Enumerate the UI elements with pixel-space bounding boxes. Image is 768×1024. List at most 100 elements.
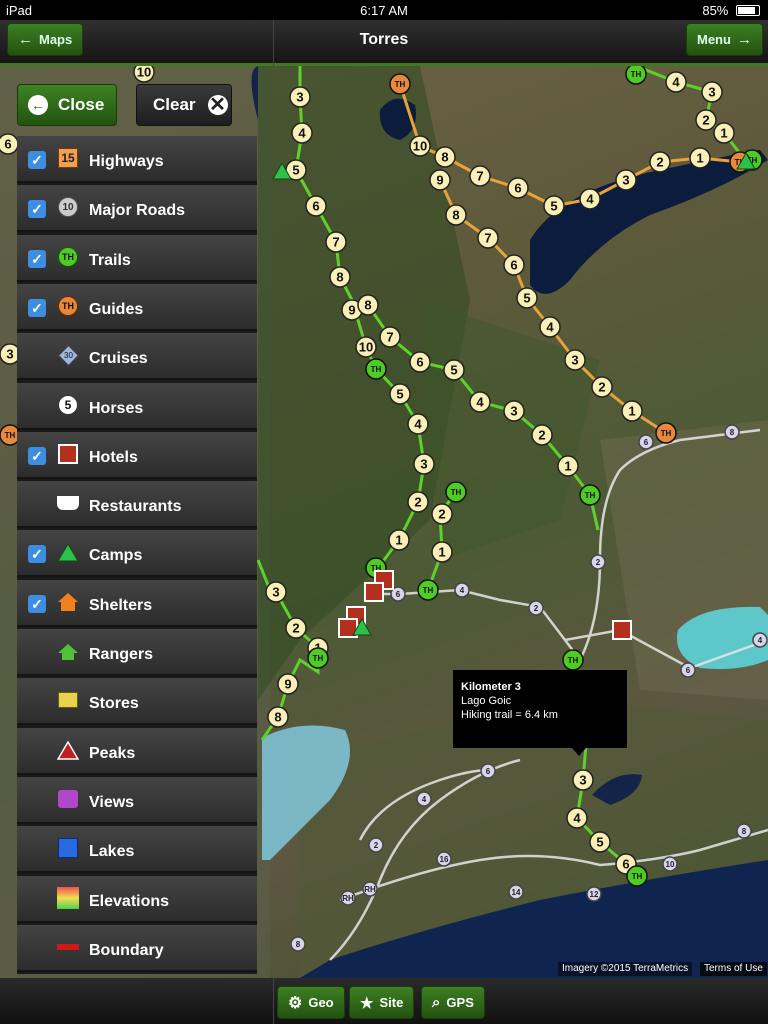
menu-button[interactable]: Menu → [686, 23, 763, 56]
menu-label: Menu [697, 32, 731, 47]
checkbox-checked-icon[interactable]: ✓ [28, 151, 46, 169]
lake-shape [530, 150, 768, 294]
map-marker-label: 4 [546, 320, 554, 335]
gps-button[interactable]: ⌕ GPS [421, 986, 485, 1019]
layer-row-elevations[interactable]: Elevations [17, 875, 257, 923]
tooltip-pointer [572, 748, 586, 756]
app-root: iPad 6:17 AM 85% ← Maps Torres Menu → 8 … [0, 0, 768, 1024]
horse-icon: 5 [57, 394, 79, 416]
terms-of-use-link[interactable]: Terms of Use [700, 962, 767, 976]
site-button[interactable]: ★ Site [349, 986, 415, 1019]
layer-row-views[interactable]: Views [17, 776, 257, 824]
guide-icon: TH [57, 295, 79, 317]
checkbox-checked-icon[interactable]: ✓ [28, 298, 46, 317]
bottom-toolbar: ⚙ Geo ★ Site ⌕ GPS [0, 978, 768, 1024]
layer-row-horses[interactable]: 5 Horses [17, 382, 257, 430]
battery-percent: 85% [702, 3, 729, 18]
layer-row-guides[interactable]: ✓ TH Guides [17, 283, 257, 331]
map-marker-label: 3 [579, 773, 586, 788]
map-marker-label: 3 [571, 353, 578, 368]
map-marker-label: TH [423, 586, 434, 595]
shelter-icon [57, 591, 79, 613]
map-marker-label: 4 [298, 126, 306, 141]
hotel-marker[interactable] [364, 582, 384, 602]
layer-label: Stores [89, 695, 139, 713]
layer-label: Lakes [89, 843, 135, 861]
map-marker-label: 9 [436, 173, 443, 188]
trail-icon: TH [57, 246, 79, 268]
layer-row-lakes[interactable]: Lakes [17, 826, 257, 874]
checkbox-checked-icon[interactable]: ✓ [28, 545, 46, 564]
map-marker-label: 3 [510, 404, 517, 419]
map-marker-label: 6 [644, 438, 649, 447]
layer-row-stores[interactable]: Stores [17, 678, 257, 726]
map-marker-label: TH [395, 80, 406, 89]
maps-back-label: Maps [39, 32, 73, 47]
arrow-left-icon: ← [18, 31, 33, 48]
layer-row-major-roads[interactable]: ✓ 10 Major Roads [17, 185, 257, 233]
map-marker-label: 7 [386, 330, 393, 345]
layer-label: Highways [89, 153, 164, 170]
checkbox-checked-icon[interactable]: ✓ [28, 200, 46, 219]
map-marker-label: 5 [450, 363, 457, 378]
layer-row-peaks[interactable]: Peaks [17, 727, 257, 775]
map-marker-label: RH [364, 885, 376, 894]
map-marker-label: 2 [656, 155, 663, 170]
tooltip-distance: Hiking trail = 6.4 km [461, 709, 558, 721]
map-marker-label: 2 [598, 380, 605, 395]
map-marker-label: 3 [420, 457, 427, 472]
highway-icon: 15 [57, 147, 79, 169]
site-label: Site [379, 995, 404, 1010]
close-icon: ✕ [207, 94, 228, 116]
page-title: Torres [359, 31, 409, 48]
imagery-credit: Imagery ©2015 TerraMetrics [558, 962, 693, 976]
layer-row-boundary[interactable]: Boundary [17, 924, 257, 972]
hotel-icon [57, 443, 79, 465]
store-icon [57, 689, 79, 711]
major-road-icon: 10 [57, 196, 79, 218]
ranger-icon [57, 640, 79, 662]
layer-row-trails[interactable]: ✓ TH Trails [17, 234, 257, 282]
map-marker-label: 1 [696, 151, 703, 166]
maps-back-button[interactable]: ← Maps [7, 23, 84, 56]
checkbox-checked-icon[interactable]: ✓ [28, 249, 46, 268]
layer-row-shelters[interactable]: ✓ Shelters [17, 579, 257, 627]
map-marker-label: RH [342, 894, 354, 903]
map-marker-label: 4 [586, 192, 594, 207]
close-panel-button[interactable]: ← Close [17, 84, 117, 126]
map-marker-label: 8 [452, 208, 459, 223]
map-marker-label: 10 [137, 66, 151, 80]
arrow-right-icon: → [736, 31, 752, 48]
layer-row-highways[interactable]: ✓ 15 Highways [17, 136, 257, 183]
map-marker-label: TH [371, 365, 382, 374]
checkbox-checked-icon[interactable]: ✓ [28, 446, 46, 465]
map-marker-label: TH [451, 488, 462, 497]
map-marker-label: 6 [4, 137, 11, 152]
map-tooltip[interactable]: Kilometer 3 Lago Goic Hiking trail = 6.4… [453, 670, 627, 748]
layer-row-cruises[interactable]: 30 Cruises [17, 333, 257, 381]
map-marker-label: 2 [438, 507, 445, 522]
layer-row-rangers[interactable]: Rangers [17, 629, 257, 676]
layer-row-restaurants[interactable]: Restaurants [17, 481, 257, 529]
geo-button[interactable]: ⚙ Geo [277, 986, 345, 1019]
map-marker-label: 5 [550, 199, 557, 214]
map-marker-label: 1 [628, 404, 635, 419]
map-marker-label: 3 [296, 90, 303, 105]
navigation-bar: ← Maps Torres Menu → [0, 20, 768, 66]
layer-row-camps[interactable]: ✓ Camps [17, 530, 257, 578]
checkbox-checked-icon[interactable]: ✓ [28, 594, 46, 613]
layer-label: Camps [89, 547, 143, 565]
map-marker-label: 2 [292, 621, 299, 636]
map-marker-label: 3 [272, 585, 279, 600]
layer-row-hotels[interactable]: ✓ Hotels [17, 431, 257, 479]
map-marker-label: 12 [590, 890, 599, 899]
map-marker-label: 2 [414, 495, 421, 510]
layer-label: Guides [89, 300, 144, 318]
map-marker-label: 4 [573, 811, 581, 826]
hotel-marker[interactable] [612, 620, 632, 640]
map-marker-label: 8 [441, 150, 448, 165]
clear-layers-button[interactable]: Clear ✕ [136, 84, 232, 126]
map-marker-label: 6 [510, 258, 517, 273]
restaurant-icon [57, 492, 79, 514]
map-marker-label: 10 [359, 340, 373, 355]
